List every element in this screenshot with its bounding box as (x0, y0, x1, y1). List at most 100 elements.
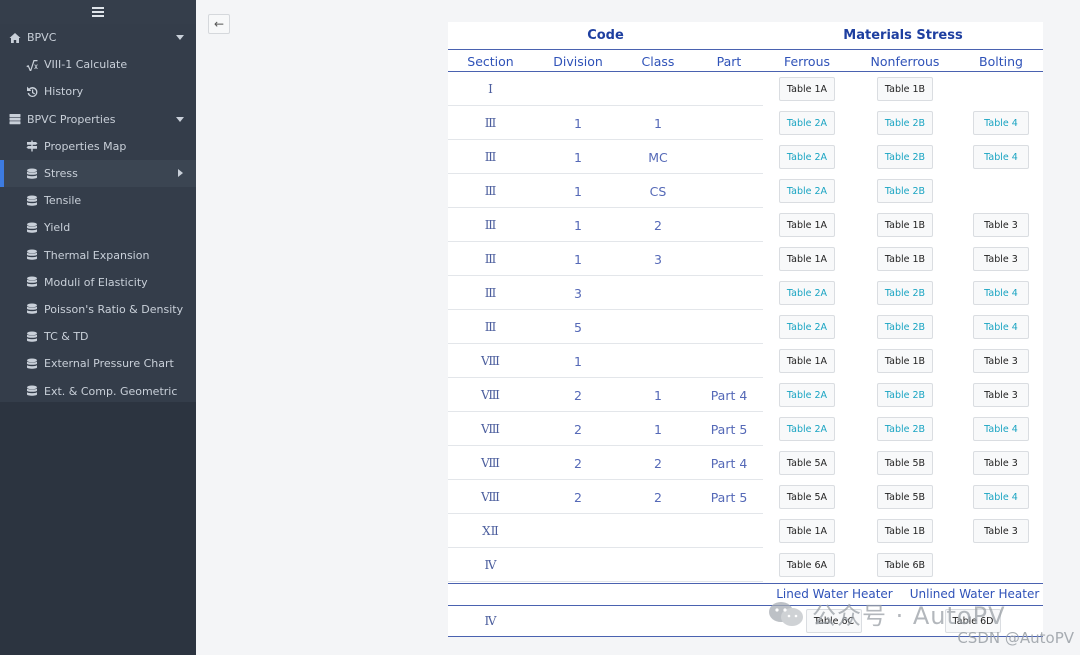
table-link-button[interactable]: Table 5B (877, 485, 933, 509)
class-cell: MC (648, 149, 668, 165)
back-button[interactable]: ← (208, 14, 230, 34)
table-row: Ⅲ 5 Table 2A Table 2B Table 4 (448, 310, 1043, 344)
database-icon (25, 358, 38, 370)
table-link-button[interactable]: Table 1A (779, 77, 835, 101)
table-link-button[interactable]: Table 4 (973, 145, 1029, 169)
table-link-button[interactable]: Table 1B (877, 213, 933, 237)
division-cell: 2 (574, 387, 582, 403)
table-link-button[interactable]: Table 2B (877, 383, 933, 407)
table-link-button[interactable]: Table 3 (973, 519, 1029, 543)
table-link-button[interactable]: Table 1A (779, 247, 835, 271)
table-link-button[interactable]: Table 4 (973, 417, 1029, 441)
table-row: Ⅰ Table 1A Table 1B (448, 72, 1043, 106)
sidebar-item-history[interactable]: History (0, 78, 196, 105)
table-link-button[interactable]: Table 1A (779, 349, 835, 373)
sidebar-item-tensile[interactable]: Tensile (0, 187, 196, 214)
table-link-button[interactable]: Table 1A (779, 519, 835, 543)
watermark-csdn: CSDN @AutoPV (957, 629, 1074, 647)
table-link-button[interactable]: Table 6A (779, 553, 835, 577)
column-header-bolting: Bolting (979, 53, 1023, 69)
table-link-button[interactable]: Table 3 (973, 349, 1029, 373)
division-cell: 1 (574, 149, 582, 165)
sidebar-item-properties-map[interactable]: Properties Map (0, 133, 196, 160)
sidebar-item-viii-1-calculate[interactable]: VIII-1 Calculate (0, 51, 196, 78)
table-link-button[interactable]: Table 3 (973, 451, 1029, 475)
section-cell: Ⅲ (484, 286, 497, 300)
sidebar-item-poisson-s-ratio-density[interactable]: Poisson's Ratio & Density (0, 296, 196, 323)
table-link-button[interactable]: Table 3 (973, 383, 1029, 407)
sidebar-item-label: Poisson's Ratio & Density (44, 302, 184, 316)
table-link-button[interactable]: Table 4 (973, 315, 1029, 339)
table-link-button[interactable]: Table 4 (973, 281, 1029, 305)
table-link-button[interactable]: Table 2A (779, 417, 835, 441)
table-link-button[interactable]: Table 2A (779, 179, 835, 203)
table-link-button[interactable]: Table 1B (877, 77, 933, 101)
sidebar-item-external-pressure-chart[interactable]: External Pressure Chart (0, 350, 196, 377)
table-link-button[interactable]: Table 1A (779, 213, 835, 237)
sidebar-empty-area (0, 402, 196, 655)
square-root-icon (25, 59, 38, 71)
table-link-button[interactable]: Table 2B (877, 281, 933, 305)
sidebar-toggle[interactable] (0, 0, 196, 24)
database-icon (25, 249, 38, 261)
table-link-button[interactable]: Table 4 (973, 111, 1029, 135)
division-cell: 1 (574, 217, 582, 233)
class-cell: CS (649, 183, 667, 199)
table-row: Ⅷ 2 2 Part 4 Table 5A Table 5B Table 3 (448, 446, 1043, 480)
part-cell: Part 5 (710, 421, 748, 437)
sidebar-item-tc-td[interactable]: TC & TD (0, 323, 196, 350)
sidebar-item-stress[interactable]: Stress (0, 159, 196, 188)
table-link-button[interactable]: Table 4 (973, 485, 1029, 509)
class-cell: 3 (654, 251, 662, 267)
table-link-button[interactable]: Table 3 (973, 247, 1029, 271)
table-row: Ⅷ 2 1 Part 4 Table 2A Table 2B Table 3 (448, 378, 1043, 412)
table-link-button[interactable]: Table 2A (779, 145, 835, 169)
header-divider (448, 49, 1043, 50)
table-bottom-border (448, 636, 1043, 637)
table-row: Ⅲ 3 Table 2A Table 2B Table 4 (448, 276, 1043, 310)
sidebar-menu: BPVC VIII-1 Calculate History BPVC Properti… (0, 24, 196, 405)
table-link-button[interactable]: Table 5A (779, 485, 835, 509)
database-icon (25, 168, 38, 180)
table-row: Ⅲ 1 MC Table 2A Table 2B Table 4 (448, 140, 1043, 174)
part-cell: Part 4 (710, 455, 748, 471)
table-link-button[interactable]: Table 2B (877, 179, 933, 203)
table-link-button[interactable]: Table 5B (877, 451, 933, 475)
sidebar-item-bpvc[interactable]: BPVC (0, 24, 196, 51)
history-icon (25, 86, 38, 98)
table-link-button[interactable]: Table 2A (779, 281, 835, 305)
table-link-button[interactable]: Table 3 (973, 213, 1029, 237)
table-link-button[interactable]: Table 5A (779, 451, 835, 475)
table-link-button[interactable]: Table 2B (877, 315, 933, 339)
sidebar-item-thermal-expansion[interactable]: Thermal Expansion (0, 242, 196, 269)
table-row: Ⅲ 1 3 Table 1A Table 1B Table 3 (448, 242, 1043, 276)
table-row: ⅩⅡ Table 1A Table 1B Table 3 (448, 514, 1043, 548)
caret-right-icon (178, 168, 183, 177)
class-cell: 1 (654, 387, 662, 403)
table-link-button[interactable]: Table 2A (779, 383, 835, 407)
database-icon (25, 222, 38, 234)
table-link-button[interactable]: Table 2A (779, 111, 835, 135)
section-cell: Ⅲ (484, 320, 497, 334)
table-link-button[interactable]: Table 2B (877, 111, 933, 135)
division-cell: 1 (574, 115, 582, 131)
hamburger-icon[interactable] (92, 5, 104, 19)
division-cell: 3 (574, 285, 582, 301)
table-link-button[interactable]: Table 1B (877, 349, 933, 373)
table-link-button[interactable]: Table 2A (779, 315, 835, 339)
sidebar-item-ext-comp-geometric[interactable]: Ext. & Comp. Geometric (0, 377, 196, 404)
sidebar-item-bpvc-properties[interactable]: BPVC Properties (0, 106, 196, 133)
database-icon (25, 331, 38, 343)
section-cell: Ⅲ (484, 150, 497, 164)
sidebar-item-label: History (44, 85, 84, 99)
table-link-button[interactable]: Table 2B (877, 417, 933, 441)
group-header-materials-stress: Materials Stress (843, 28, 963, 43)
sidebar-item-moduli-of-elasticity[interactable]: Moduli of Elasticity (0, 269, 196, 296)
table-link-button[interactable]: Table 2B (877, 145, 933, 169)
watermark-wechat: 公众号 · AutoPV (768, 596, 1006, 631)
sidebar-item-yield[interactable]: Yield (0, 214, 196, 241)
table-link-button[interactable]: Table 1B (877, 519, 933, 543)
table-link-button[interactable]: Table 1B (877, 247, 933, 271)
table-link-button[interactable]: Table 6B (877, 553, 933, 577)
stress-table: Code Materials Stress Section Division Cla… (448, 22, 1043, 637)
